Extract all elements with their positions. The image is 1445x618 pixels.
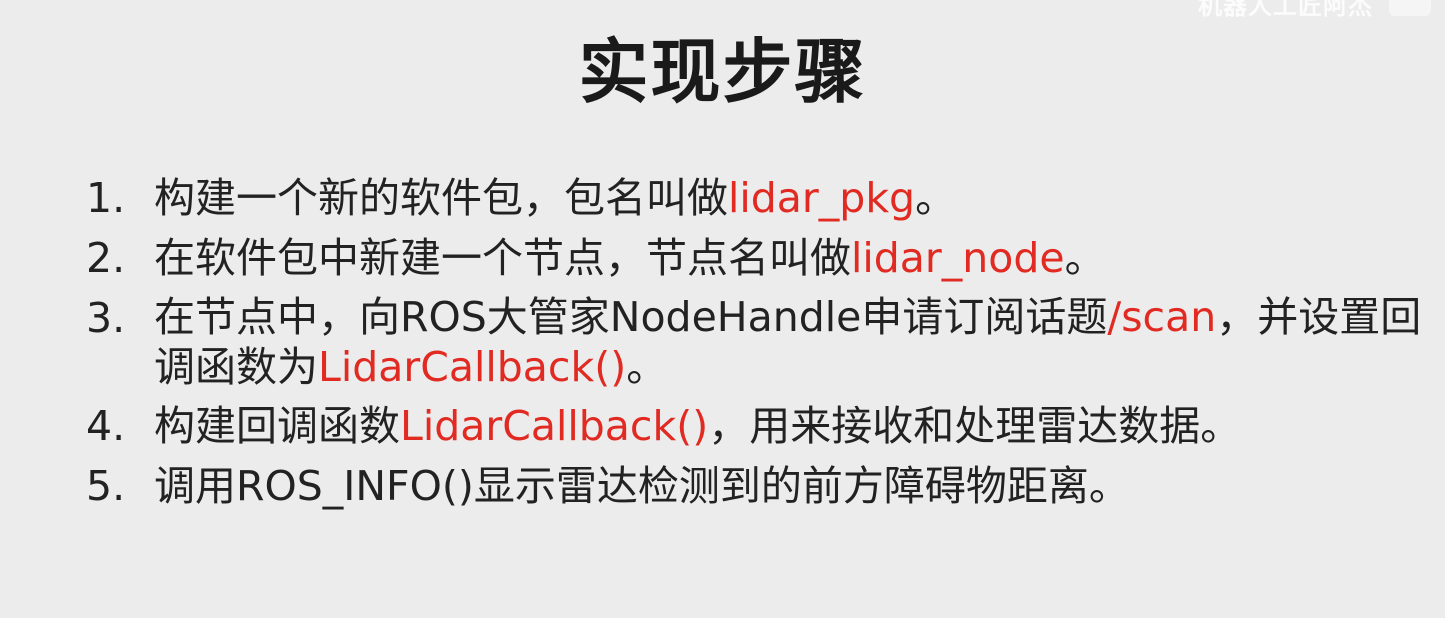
step-text-part: 构建回调函数	[154, 402, 400, 450]
step-text-part: 。	[626, 343, 668, 391]
highlighted-term: LidarCallback()	[318, 343, 627, 391]
step-item-1: 1. 构建一个新的软件包，包名叫做lidar_pkg。	[86, 172, 1426, 224]
step-text-part: 在节点中，向ROS大管家NodeHandle申请订阅话题	[154, 293, 1108, 341]
step-text: 在节点中，向ROS大管家NodeHandle申请订阅话题/scan，并设置回调函…	[154, 292, 1426, 392]
highlighted-term: LidarCallback()	[400, 402, 709, 450]
step-number: 5.	[86, 462, 126, 510]
steps-list: 1. 构建一个新的软件包，包名叫做lidar_pkg。 2. 在软件包中新建一个…	[86, 172, 1426, 520]
step-number: 2.	[86, 234, 126, 282]
watermark-logo	[1389, 0, 1431, 16]
slide-title: 实现步骤	[578, 31, 867, 113]
step-text-part: 在软件包中新建一个节点，节点名叫做	[154, 234, 851, 282]
step-text-part: 。	[915, 174, 957, 222]
step-item-4: 4. 构建回调函数LidarCallback()，用来接收和处理雷达数据。	[86, 400, 1426, 452]
step-text: 在软件包中新建一个节点，节点名叫做lidar_node。	[154, 232, 1426, 284]
step-item-3: 3. 在节点中，向ROS大管家NodeHandle申请订阅话题/scan，并设置…	[86, 292, 1426, 392]
watermark-text: 机器人工匠阿杰	[1198, 0, 1373, 20]
step-text-part: ，用来接收和处理雷达数据。	[708, 402, 1242, 450]
step-item-5: 5. 调用ROS_INFO()显示雷达检测到的前方障碍物距离。	[86, 460, 1426, 512]
step-text-part: 调用ROS_INFO()显示雷达检测到的前方障碍物距离。	[154, 462, 1130, 510]
highlighted-term: /scan	[1107, 293, 1217, 341]
step-text-part: 构建一个新的软件包，包名叫做	[154, 174, 728, 222]
step-text: 调用ROS_INFO()显示雷达检测到的前方障碍物距离。	[154, 460, 1426, 512]
step-number: 3.	[86, 294, 126, 342]
highlighted-term: lidar_pkg	[728, 174, 916, 222]
step-text: 构建一个新的软件包，包名叫做lidar_pkg。	[154, 172, 1426, 224]
step-number: 4.	[86, 402, 126, 450]
step-item-2: 2. 在软件包中新建一个节点，节点名叫做lidar_node。	[86, 232, 1426, 284]
highlighted-term: lidar_node	[851, 234, 1065, 282]
step-text-part: 。	[1064, 234, 1106, 282]
step-number: 1.	[86, 174, 126, 222]
step-text: 构建回调函数LidarCallback()，用来接收和处理雷达数据。	[154, 400, 1426, 452]
